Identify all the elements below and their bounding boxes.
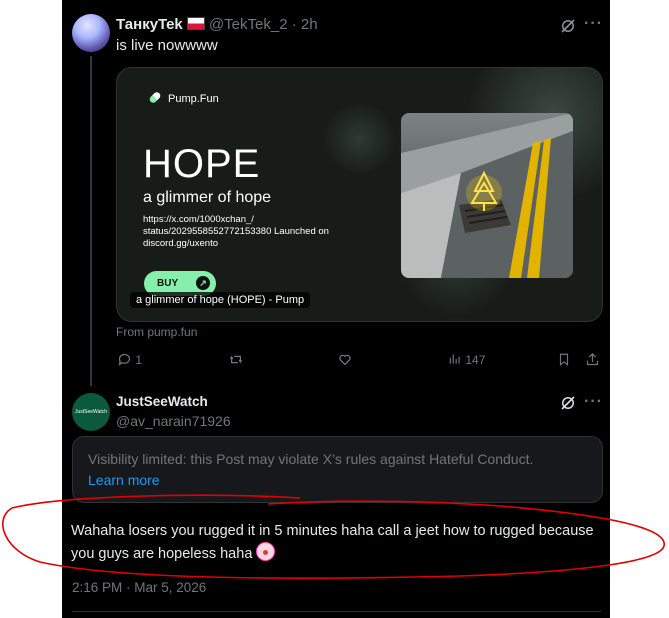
red-annotation-circle xyxy=(2,494,665,579)
